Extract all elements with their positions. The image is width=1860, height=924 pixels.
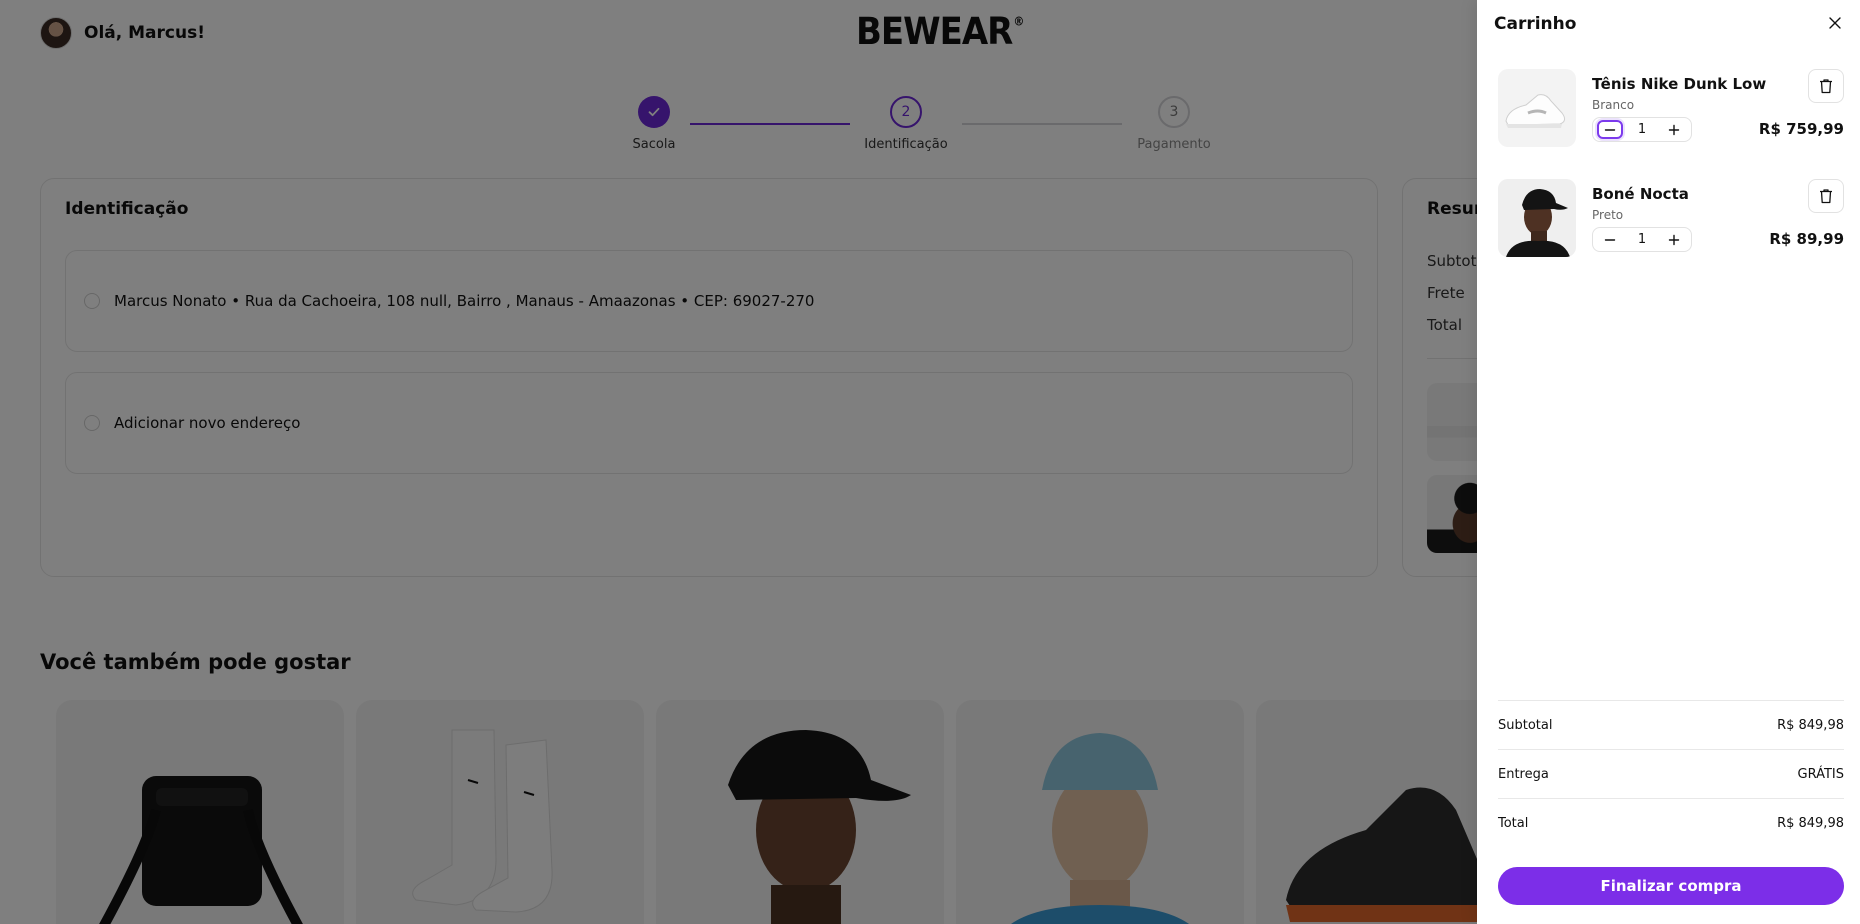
subtotal-label: Subtotal [1498, 717, 1553, 733]
sneaker-thumbnail [1505, 94, 1566, 128]
product-variant: Branco [1592, 98, 1635, 112]
trash-icon [1820, 189, 1832, 204]
remove-item-button[interactable] [1808, 69, 1844, 103]
product-image [1498, 69, 1576, 147]
plus-icon [1668, 124, 1680, 135]
decrease-quantity-button[interactable] [1597, 120, 1623, 139]
product-name: Tênis Nike Dunk Low [1592, 75, 1767, 93]
subtotal-row: Subtotal R$ 849,98 [1498, 700, 1844, 749]
quantity-value: 1 [1637, 122, 1647, 137]
product-price: R$ 759,99 [1758, 120, 1844, 138]
product-image [1498, 179, 1576, 257]
product-variant: Preto [1592, 208, 1624, 222]
minus-icon [1604, 238, 1616, 241]
quantity-value: 1 [1637, 232, 1647, 247]
minus-icon [1604, 128, 1616, 131]
increase-quantity-button[interactable] [1661, 230, 1687, 249]
total-label: Total [1498, 815, 1529, 831]
close-button[interactable] [1824, 12, 1846, 34]
product-price: R$ 89,99 [1769, 230, 1844, 248]
decrease-quantity-button[interactable] [1597, 230, 1623, 249]
subtotal-value: R$ 849,98 [1777, 717, 1844, 733]
cart-title: Carrinho [1494, 14, 1577, 34]
trash-icon [1820, 79, 1832, 94]
plus-icon [1668, 234, 1680, 245]
increase-quantity-button[interactable] [1661, 120, 1687, 139]
close-icon [1829, 17, 1841, 29]
cart-drawer: Carrinho Tênis Nike Dunk Low Branco 1 R$ [1477, 0, 1860, 924]
remove-item-button[interactable] [1808, 179, 1844, 213]
quantity-stepper: 1 [1592, 227, 1692, 252]
delivery-value: GRÁTIS [1797, 766, 1845, 782]
quantity-stepper: 1 [1592, 117, 1692, 142]
delivery-label: Entrega [1498, 766, 1549, 782]
cart-item: Tênis Nike Dunk Low Branco 1 R$ 759,99 [1498, 69, 1844, 149]
total-value: R$ 849,98 [1777, 815, 1844, 831]
checkout-button[interactable]: Finalizar compra [1498, 867, 1844, 905]
product-name: Boné Nocta [1592, 185, 1689, 203]
total-row: Total R$ 849,98 [1498, 798, 1844, 847]
cart-item: Boné Nocta Preto 1 R$ 89,99 [1498, 179, 1844, 259]
delivery-row: Entrega GRÁTIS [1498, 749, 1844, 798]
cap-thumbnail [1498, 179, 1576, 257]
